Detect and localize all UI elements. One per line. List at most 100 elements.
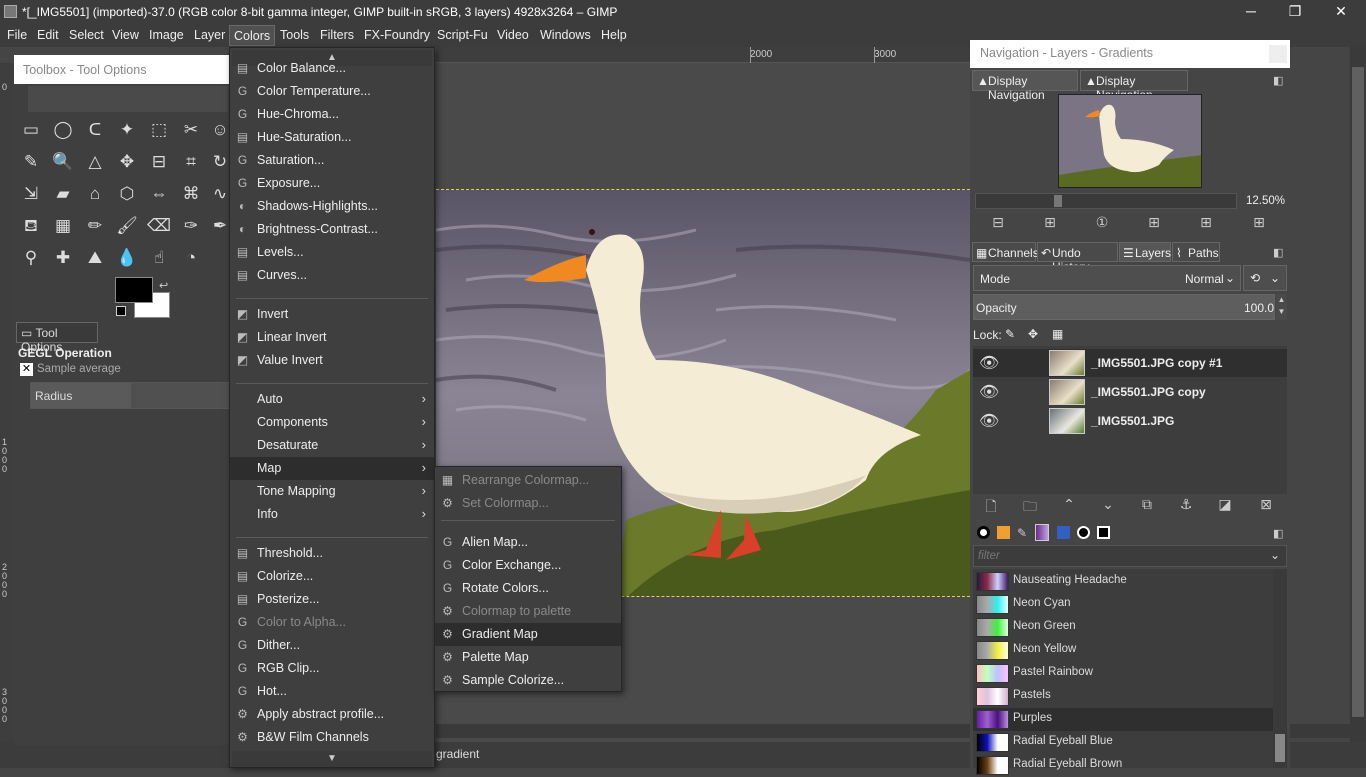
layer-row[interactable]: 👁 _IMG5501.JPG — [973, 407, 1287, 435]
vertical-ruler[interactable]: 0 1000 2000 3000 — [0, 63, 14, 743]
map-menu-item-color-exchange[interactable]: G Color Exchange... — [435, 554, 621, 577]
map-menu-item-rearrange-colormap[interactable]: ▦ Rearrange Colormap... — [435, 469, 621, 492]
raise-layer-icon[interactable]: ⌃ — [1059, 496, 1079, 513]
menu-video[interactable]: Video — [497, 28, 529, 42]
gradient-item[interactable]: Nauseating Headache — [973, 570, 1273, 593]
duplicate-layer-icon[interactable]: ⧉ — [1137, 496, 1157, 513]
map-menu-item-rotate-colors[interactable]: G Rotate Colors... — [435, 577, 621, 600]
menu-edit[interactable]: Edit — [37, 28, 59, 42]
patterns-icon[interactable] — [997, 526, 1010, 539]
colors-menu-item-components[interactable]: Components › — [230, 411, 434, 434]
colors-menu-item-auto[interactable]: Auto › — [230, 388, 434, 411]
map-menu-item-gradient-map[interactable]: ⚙ Gradient Map — [435, 623, 621, 646]
crop-icon[interactable]: ⌗ — [178, 149, 204, 175]
close-button[interactable]: ✕ — [1318, 0, 1364, 24]
colors-menu-item-map[interactable]: Map › — [230, 457, 434, 480]
gradient-item[interactable]: Neon Yellow — [973, 639, 1273, 662]
colors-menu-item-dither[interactable]: G Dither... — [230, 634, 434, 657]
colors-menu-item-posterize[interactable]: ▤ Posterize... — [230, 588, 434, 611]
tab-undo-history[interactable]: ↶ Undo History — [1037, 242, 1118, 274]
color-select-icon[interactable]: ⬚ — [146, 117, 172, 143]
dodge-icon[interactable]: ◔ — [178, 245, 204, 271]
images-icon[interactable] — [1097, 526, 1110, 539]
toolbox-title[interactable]: Toolbox - Tool Options — [14, 55, 230, 84]
tab-menu-icon[interactable]: ◧ — [1273, 527, 1283, 540]
tab-paths[interactable]: ⌇ Paths — [1172, 242, 1220, 262]
lock-pixels-icon[interactable]: ✎ — [1005, 327, 1015, 341]
heal-icon[interactable]: ✚ — [50, 245, 76, 271]
shear-icon[interactable]: ▰ — [50, 181, 76, 207]
minimize-button[interactable]: ─ — [1228, 0, 1274, 24]
flip-icon[interactable]: ⇔ — [146, 181, 172, 207]
map-menu-item-colormap-to-palette[interactable]: ⚙ Colormap to palette — [435, 600, 621, 623]
colors-menu-item-hue-saturation[interactable]: ▤ Hue-Saturation... — [230, 126, 434, 149]
swap-colors-icon[interactable]: ↩ — [159, 279, 168, 292]
anchor-icon[interactable]: ⚓ — [1176, 496, 1196, 513]
map-menu-item-palette-map[interactable]: ⚙ Palette Map — [435, 646, 621, 669]
scale-icon[interactable]: ⇲ — [18, 181, 44, 207]
radius-slider[interactable]: Radius — [30, 382, 230, 409]
opacity-slider[interactable]: Opacity 100.0 — [973, 294, 1275, 320]
default-colors-icon[interactable] — [116, 306, 126, 316]
menu-filters[interactable]: Filters — [320, 28, 354, 42]
menu-view[interactable]: View — [112, 28, 139, 42]
tab-channels[interactable]: ▦ Channels — [972, 242, 1039, 262]
smudge-icon[interactable]: ☝ — [146, 245, 172, 271]
gradient-filter-input[interactable]: filter ⌄ — [973, 545, 1287, 567]
menu-layer[interactable]: Layer — [194, 28, 225, 42]
scroll-down-icon[interactable]: ▼ — [232, 751, 432, 767]
lower-layer-icon[interactable]: ⌄ — [1098, 496, 1118, 513]
menu-select[interactable]: Select — [69, 28, 104, 42]
palettes-icon[interactable] — [1057, 526, 1070, 539]
map-menu-item-sample-colorize[interactable]: ⚙ Sample Colorize... — [435, 669, 621, 692]
menu-colors[interactable]: Colors — [229, 25, 276, 46]
perspective-clone-icon[interactable]: ⛰ — [82, 245, 108, 271]
3d-transform-icon[interactable]: ⬡ — [114, 181, 140, 207]
menu-tools[interactable]: Tools — [280, 28, 309, 42]
zoom-icon[interactable]: 🔍 — [50, 149, 76, 175]
menu-fx-foundry[interactable]: FX-Foundry — [364, 28, 430, 42]
bucket-fill-icon[interactable]: ⛾ — [18, 213, 44, 239]
colors-menu-item-hue-chroma[interactable]: G Hue-Chroma... — [230, 103, 434, 126]
colors-menu-item-color-balance[interactable]: ▤ Color Balance... — [230, 57, 434, 80]
tab-tool-options[interactable]: ▭ Tool Options — [16, 322, 98, 354]
menu-image[interactable]: Image — [149, 28, 184, 42]
lock-alpha-icon[interactable]: ▦ — [1052, 327, 1063, 341]
blur-icon[interactable]: 💧 — [114, 245, 140, 271]
mask-icon[interactable]: ◪ — [1215, 496, 1235, 513]
tab-layers[interactable]: ☰ Layers — [1119, 242, 1171, 262]
colors-menu-item-colorize[interactable]: ▤ Colorize... — [230, 565, 434, 588]
composite-mode-button[interactable]: ⟲ ⌄ — [1243, 265, 1287, 291]
measure-icon[interactable]: △ — [82, 149, 108, 175]
colors-menu-item-linear-invert[interactable]: ◩ Linear Invert — [230, 326, 434, 349]
eye-icon[interactable]: 👁 — [979, 382, 1001, 402]
eye-icon[interactable]: 👁 — [979, 411, 1001, 431]
new-layer-icon[interactable]: 🗋 — [981, 496, 1001, 520]
colors-menu-item-threshold[interactable]: ▤ Threshold... — [230, 542, 434, 565]
menu-help[interactable]: Help — [601, 28, 627, 42]
zoom-slider-handle[interactable] — [1054, 195, 1062, 207]
colors-menu-item-levels[interactable]: ▤ Levels... — [230, 241, 434, 264]
maximize-button[interactable]: ❐ — [1272, 0, 1318, 24]
gradient-scrollbar[interactable] — [1273, 569, 1287, 768]
zoom-out-icon[interactable]: ⊟ — [988, 214, 1008, 231]
colors-menu-item-color-to-alpha[interactable]: G Color to Alpha... — [230, 611, 434, 634]
gradient-item[interactable]: Radial Eyeball Brown — [973, 754, 1273, 777]
zoom-1to1-icon[interactable]: ① — [1092, 214, 1112, 231]
clone-icon[interactable]: ⚲ — [18, 245, 44, 271]
colors-menu-item-value-invert[interactable]: ◩ Value Invert — [230, 349, 434, 372]
layer-row[interactable]: 👁 _IMG5501.JPG copy — [973, 378, 1287, 406]
pencil-icon[interactable]: ✏ — [82, 213, 108, 239]
color-picker-icon[interactable]: ✎ — [18, 149, 44, 175]
fonts-icon[interactable] — [1077, 526, 1090, 539]
rect-select-icon[interactable]: ▭ — [18, 117, 44, 143]
foreground-color-swatch[interactable] — [115, 277, 153, 303]
colors-menu-item-apply-abstract-profile[interactable]: ⚙ Apply abstract profile... — [230, 703, 434, 726]
shrink-wrap-icon[interactable]: ⊞ — [1249, 214, 1269, 231]
airbrush-icon[interactable]: ✑ — [178, 213, 204, 239]
chevron-down-icon[interactable]: ⌄ — [1270, 548, 1280, 562]
colors-menu-item-brightness-contrast[interactable]: ◐ Brightness-Contrast... — [230, 218, 434, 241]
move-icon[interactable]: ✥ — [114, 149, 140, 175]
colors-menu-item-hot[interactable]: G Hot... — [230, 680, 434, 703]
gradient-item[interactable]: Pastels — [973, 685, 1273, 708]
